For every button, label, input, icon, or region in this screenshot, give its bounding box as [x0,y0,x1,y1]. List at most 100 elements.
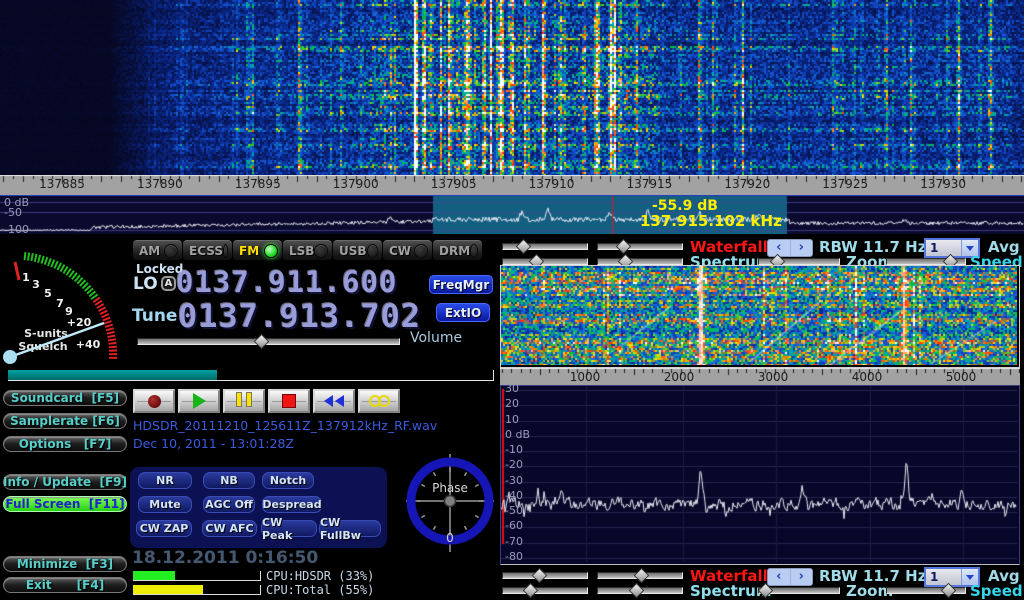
af-waterfall-display[interactable] [500,265,1020,368]
dsp-button-agc-off[interactable]: AGC Off [203,496,255,513]
mode-button-drm[interactable]: DRM [433,240,482,261]
slider-thumb[interactable] [532,568,548,584]
mode-button-label: ECSS [189,244,223,258]
mode-led-indicator [414,244,428,258]
avg-select-value: 1 [926,241,961,255]
zoom-slider[interactable] [758,584,840,596]
mode-led-indicator [314,244,328,258]
main-spectrum-display[interactable]: 0 dB-50-100 -55.9 dB 137.915.102 kHz [0,195,1024,234]
main-waterfall-display[interactable] [0,0,1024,175]
datetime-display: 18.12.2011 0:16:50 [132,548,318,568]
left-button-soundcard[interactable]: Soundcard [F5] [3,390,127,406]
scroll-right-icon[interactable]: › [791,240,813,256]
af-spectrum-db-label: -50 [505,504,523,517]
dsp-button-label: CW Peak [262,516,316,542]
left-button-minimize[interactable]: Minimize [F3] [3,556,127,572]
spectrum-contrast-slider[interactable] [597,584,683,596]
af-spectrum-db-label: 20 [505,397,519,410]
af-frequency-tick-label: 1000 [560,370,610,384]
dsp-button-label: NR [156,474,174,487]
frequency-tick-label: 137890 [130,177,190,191]
mode-button-fm[interactable]: FM [233,240,282,261]
speed-slider[interactable] [886,584,966,596]
mode-button-label: CW [389,244,411,258]
mode-led-indicator [367,244,378,258]
dsp-button-cw-zap[interactable]: CW ZAP [136,520,192,537]
left-button-samplerate[interactable]: Samplerate [F6] [3,413,127,429]
extio-button[interactable]: ExtIO [436,303,490,322]
loop-button[interactable] [358,389,400,413]
waterfall-contrast-slider[interactable] [597,240,683,252]
lo-frequency-display[interactable]: 0137.911.600 [176,265,398,299]
volume-slider[interactable] [137,335,400,347]
mode-buttons-row: AM ECSS FMLSBUSB CW DRM [133,240,482,261]
mode-led-indicator [223,244,228,258]
frequency-tick-label: 137895 [228,177,288,191]
record-button[interactable] [133,389,175,413]
frequency-tick-label: 137930 [913,177,973,191]
phase-title: Phase [432,481,468,495]
smeter-needle-pivot [3,350,17,364]
slider-thumb[interactable] [516,239,532,255]
pause-button[interactable] [223,389,265,413]
playback-progress-fill [8,370,217,380]
dsp-button-nr[interactable]: NR [138,472,192,489]
slider-thumb[interactable] [254,334,270,350]
smeter-scale-label: +20 [67,316,92,329]
waterfall-brightness-slider[interactable] [502,569,588,581]
mode-button-lsb[interactable]: LSB [283,240,332,261]
dsp-button-despread[interactable]: Despread [262,496,322,513]
phase-value: 0 [446,531,454,545]
frequency-tick-label: 137910 [522,177,582,191]
left-button-label: Samplerate [F6] [10,414,120,428]
af-spectrum-display[interactable] [500,385,1020,565]
tune-label: Tune [132,306,177,326]
dsp-button-notch[interactable]: Notch [262,472,314,489]
af-spectrum-db-label: -70 [505,535,523,548]
left-button-info-update[interactable]: Info / Update [F9] [3,474,127,490]
mode-button-am[interactable]: AM [133,240,182,261]
spectrum-db-label: -100 [4,223,29,236]
left-button-full-screen[interactable]: Full Screen [F11] [3,496,127,512]
dsp-button-cw-peak[interactable]: CW Peak [261,520,317,537]
playback-progress-bar[interactable] [8,370,494,381]
waterfall-contrast-slider[interactable] [597,569,683,581]
smeter-scale-label: +40 [76,338,101,351]
slider-thumb[interactable] [523,583,539,599]
dsp-button-nb[interactable]: NB [203,472,255,489]
left-button-label: Full Screen [F11] [5,497,124,511]
frequency-tick-label: 137915 [619,177,679,191]
lo-auto-badge[interactable]: A [161,276,176,291]
dsp-button-mute[interactable]: Mute [138,496,192,513]
left-button-exit[interactable]: Exit [F4] [3,577,127,593]
mode-button-cw[interactable]: CW [383,240,432,261]
avg-select-value: 1 [926,570,961,584]
freqmgr-button[interactable]: FreqMgr [429,275,493,294]
waterfall-brightness-slider[interactable] [502,240,588,252]
tune-frequency-display[interactable]: 0137.913.702 [178,297,421,335]
slider-thumb[interactable] [941,583,957,599]
af-frequency-tick-label: 3000 [748,370,798,384]
dsp-button-cw-afc[interactable]: CW AFC [202,520,257,537]
mode-button-usb[interactable]: USB [333,240,382,261]
volume-label: Volume [410,330,462,346]
dsp-button-label: AGC Off [205,498,253,511]
scroll-right-icon[interactable]: › [791,569,813,585]
dsp-button-label: CW AFC [205,522,253,535]
slider-thumb[interactable] [616,239,632,255]
play-button[interactable] [178,389,220,413]
slider-thumb[interactable] [629,583,645,599]
wav-file-date: Dec 10, 2011 - 13:01:28Z [133,436,294,451]
stop-button[interactable] [268,389,310,413]
left-button-options[interactable]: Options [F7] [3,436,127,452]
slider-thumb[interactable] [758,583,774,599]
left-button-label: Soundcard [F5] [11,391,119,405]
spectrum-brightness-slider[interactable] [502,584,588,596]
af-spectrum-db-label: -20 [505,458,523,471]
main-spectrum-canvas[interactable] [0,196,1024,234]
slider-thumb[interactable] [634,568,650,584]
af-spectrum-db-label: -80 [505,550,523,563]
rewind-button[interactable] [313,389,355,413]
dsp-button-cw-fullbw[interactable]: CW FullBw [319,520,381,537]
mode-button-ecss[interactable]: ECSS [183,240,232,261]
